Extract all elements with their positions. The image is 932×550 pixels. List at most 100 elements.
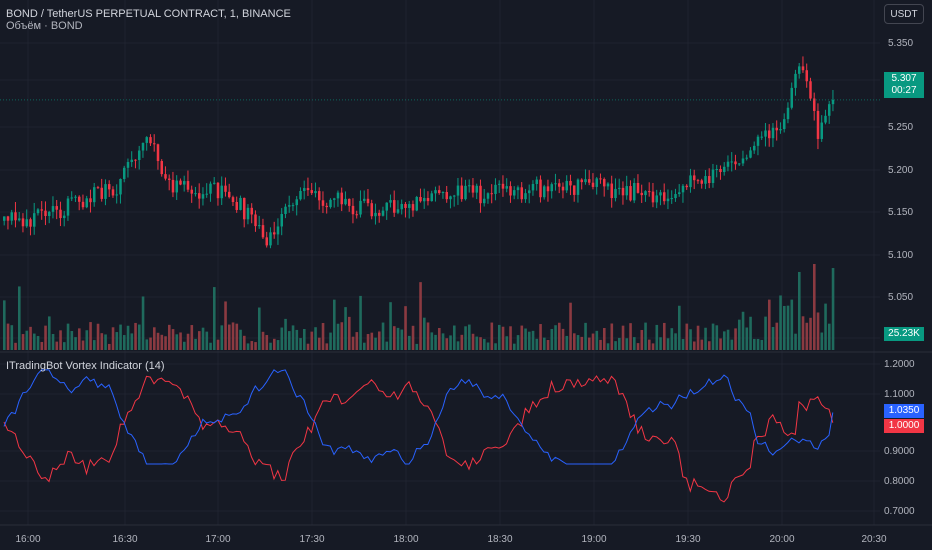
- volume-bar: [636, 343, 640, 350]
- volume-bar: [153, 327, 156, 350]
- volume-bar: [288, 331, 291, 350]
- volume-bar: [100, 333, 104, 350]
- volume-bar: [685, 323, 689, 350]
- price-axis-label: 5.200: [888, 165, 913, 176]
- volume-bar: [243, 335, 246, 350]
- volume-bar: [468, 324, 471, 350]
- volume-bar: [333, 299, 336, 350]
- volume-bar: [501, 326, 505, 350]
- volume-legend[interactable]: Объём · BOND: [6, 20, 83, 32]
- volume-bar: [14, 342, 17, 350]
- volume-bar: [351, 336, 355, 350]
- volume-bar: [490, 322, 494, 350]
- volume-bar: [483, 338, 486, 350]
- volume-bar: [831, 268, 835, 350]
- volume-bar: [786, 305, 790, 350]
- volume-bar: [385, 341, 389, 350]
- volume-bar: [393, 326, 396, 350]
- volume-bar: [423, 317, 426, 350]
- volume-bar: [205, 331, 209, 350]
- indicator-axis-label: 1.1000: [884, 389, 915, 400]
- volume-bar: [434, 334, 437, 350]
- volume-bar: [584, 322, 587, 350]
- volume-bar: [314, 327, 317, 350]
- volume-bar: [355, 332, 359, 350]
- volume-bar: [36, 336, 40, 350]
- time-axis-label: 16:30: [112, 534, 137, 545]
- currency-button[interactable]: USDT: [884, 4, 924, 24]
- volume-bar: [711, 323, 715, 350]
- volume-bar: [550, 328, 554, 350]
- volume-bar: [74, 337, 77, 350]
- volume-bar: [828, 323, 831, 350]
- volume-bar: [96, 323, 100, 350]
- volume-bar: [663, 322, 666, 350]
- indicator-legend[interactable]: ITradingBot Vortex Indicator (14): [6, 360, 165, 372]
- volume-bar: [696, 325, 700, 350]
- volume-bar: [66, 323, 70, 350]
- volume-bar: [820, 332, 824, 350]
- volume-bar: [576, 335, 580, 350]
- volume-bar: [6, 323, 10, 350]
- price-axis-label: 5.100: [888, 250, 913, 261]
- volume-bar: [29, 326, 32, 350]
- volume-bar: [179, 332, 182, 350]
- volume-bar: [336, 323, 340, 350]
- volume-bar: [175, 334, 179, 350]
- volume-bar: [543, 337, 546, 350]
- volume-bar: [329, 332, 332, 350]
- time-axis-label: 20:00: [769, 534, 794, 545]
- volume-bar: [625, 338, 629, 350]
- volume-bar: [295, 329, 299, 350]
- volume-bar: [749, 316, 752, 350]
- volume-bar: [471, 333, 475, 350]
- time-axis-label: 19:30: [675, 534, 700, 545]
- volume-bar: [783, 305, 786, 350]
- volume-bar: [115, 332, 119, 350]
- volume-bar: [366, 334, 370, 350]
- volume-bar: [479, 337, 482, 350]
- volume-bar: [276, 340, 280, 350]
- volume-bar: [374, 337, 377, 350]
- volume-bar: [171, 329, 175, 350]
- vi-plus-badge: 1.0350: [884, 404, 924, 418]
- volume-bar: [745, 327, 749, 350]
- volume-bar: [520, 325, 524, 350]
- volume-bar: [715, 325, 719, 350]
- volume-bar: [130, 333, 134, 350]
- volume-bar: [389, 302, 392, 350]
- volume-value-badge: 25.23K: [884, 327, 924, 341]
- volume-bar: [580, 336, 584, 350]
- time-axis-label: 17:00: [205, 534, 230, 545]
- volume-bar: [18, 286, 21, 350]
- volume-bar: [160, 334, 164, 350]
- volume-bar: [674, 333, 677, 350]
- volume-bar: [734, 328, 737, 350]
- chart-canvas[interactable]: 5.3505.3005.2505.2005.1505.1005.0505.000…: [0, 0, 932, 550]
- symbol-legend[interactable]: BOND / TetherUS PERPETUAL CONTRACT, 1, B…: [6, 8, 291, 20]
- volume-bar: [63, 342, 66, 350]
- volume-bar: [134, 322, 137, 350]
- time-axis-label: 18:00: [393, 534, 418, 545]
- volume-bar: [138, 324, 141, 350]
- volume-bar: [528, 331, 531, 350]
- volume-bar: [378, 331, 381, 350]
- volume-bar: [438, 328, 441, 350]
- volume-bar: [618, 337, 621, 350]
- volume-bar: [164, 336, 167, 350]
- volume-bar: [456, 341, 460, 350]
- volume-bar: [381, 322, 385, 350]
- volume-bar: [194, 338, 197, 350]
- volume-bar: [321, 323, 325, 350]
- volume-bar: [678, 305, 681, 350]
- volume-bar: [426, 322, 430, 350]
- volume-bar: [209, 342, 212, 350]
- volume-bar: [258, 307, 261, 350]
- volume-bar: [651, 343, 655, 350]
- volume-bar: [498, 324, 501, 350]
- volume-bar: [310, 331, 314, 350]
- volume-bar: [760, 339, 764, 350]
- volume-bar: [524, 328, 527, 350]
- volume-bar: [108, 343, 111, 350]
- volume-bar: [629, 323, 632, 350]
